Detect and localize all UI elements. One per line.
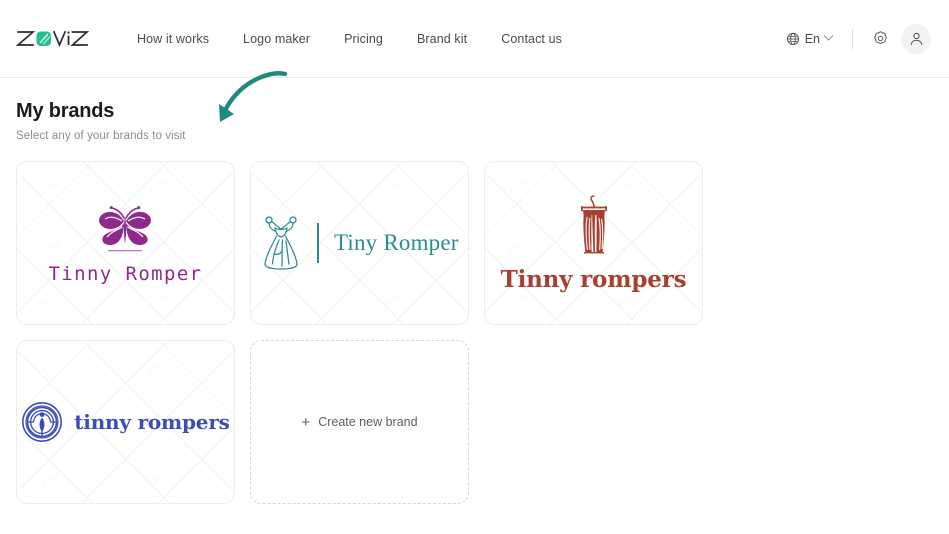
brand-grid: ZOVIZ ZOVIZ ZOVIZ ZOVIZ ZOVIZ ZOVIZ Tinn… [16, 161, 933, 504]
language-label: En [804, 31, 820, 46]
nav-pricing[interactable]: Pricing [327, 26, 400, 52]
butterfly-icon [99, 206, 152, 252]
brand-wordmark: Tiny Romper [333, 230, 459, 255]
my-brands-page: My brands Select any of your brands to v… [0, 71, 949, 504]
chevron-down-icon [823, 30, 834, 41]
page-subtitle: Select any of your brands to visit [16, 130, 186, 142]
zoviz-logo[interactable] [16, 26, 90, 52]
main-nav: How it works Logo maker Pricing Brand ki… [120, 26, 579, 52]
nav-brand-kit[interactable]: Brand kit [400, 26, 484, 52]
dress-icon [264, 216, 298, 270]
header-divider [852, 28, 853, 49]
brand-card-tinny-rompers-hanger[interactable]: ZOVIZ ZOVIZ ZOVIZ ZOVIZ ZOVIZ ZOVIZ Tinn… [484, 161, 703, 325]
page-title: My brands [16, 100, 115, 122]
garment-hanger-icon [580, 194, 607, 253]
create-new-brand-label-group: + Create new brand [301, 415, 417, 430]
site-header: How it works Logo maker Pricing Brand ki… [0, 0, 949, 78]
gear-icon [873, 31, 887, 44]
account-button[interactable] [901, 23, 931, 54]
brand-wordmark: Tinny rompers [500, 265, 687, 293]
nav-logo-maker[interactable]: Logo maker [226, 26, 327, 52]
zoviz-logomark-icon [16, 30, 90, 47]
header-actions: En [778, 23, 931, 54]
language-selector[interactable]: En [778, 26, 840, 52]
plus-icon: + [301, 413, 311, 431]
create-new-brand-label: Create new brand [318, 415, 418, 429]
brand-card-tiny-romper-dress[interactable]: ZOVIZ ZOVIZ ZOVIZ ZOVIZ ZOVIZ ZOVIZ Tiny… [250, 161, 469, 325]
nav-how-it-works[interactable]: How it works [120, 26, 226, 52]
labyrinth-emblem-icon [22, 401, 63, 443]
nav-contact-us[interactable]: Contact us [484, 26, 579, 52]
create-new-brand-card[interactable]: + Create new brand [250, 340, 469, 504]
settings-button[interactable] [865, 24, 895, 54]
globe-icon [786, 32, 799, 45]
brand-wordmark: Tinny Romper [48, 263, 203, 285]
logo-divider [317, 223, 319, 263]
brand-card-tinny-romper-butterfly[interactable]: ZOVIZ ZOVIZ ZOVIZ ZOVIZ ZOVIZ ZOVIZ Tinn… [16, 161, 235, 325]
brand-card-tinny-rompers-emblem[interactable]: ZOVIZ ZOVIZ ZOVIZ ZOVIZ ZOVIZ ZOVIZ tinn… [16, 340, 235, 504]
brand-wordmark: tinny rompers [74, 410, 230, 434]
user-avatar-icon [910, 32, 922, 45]
